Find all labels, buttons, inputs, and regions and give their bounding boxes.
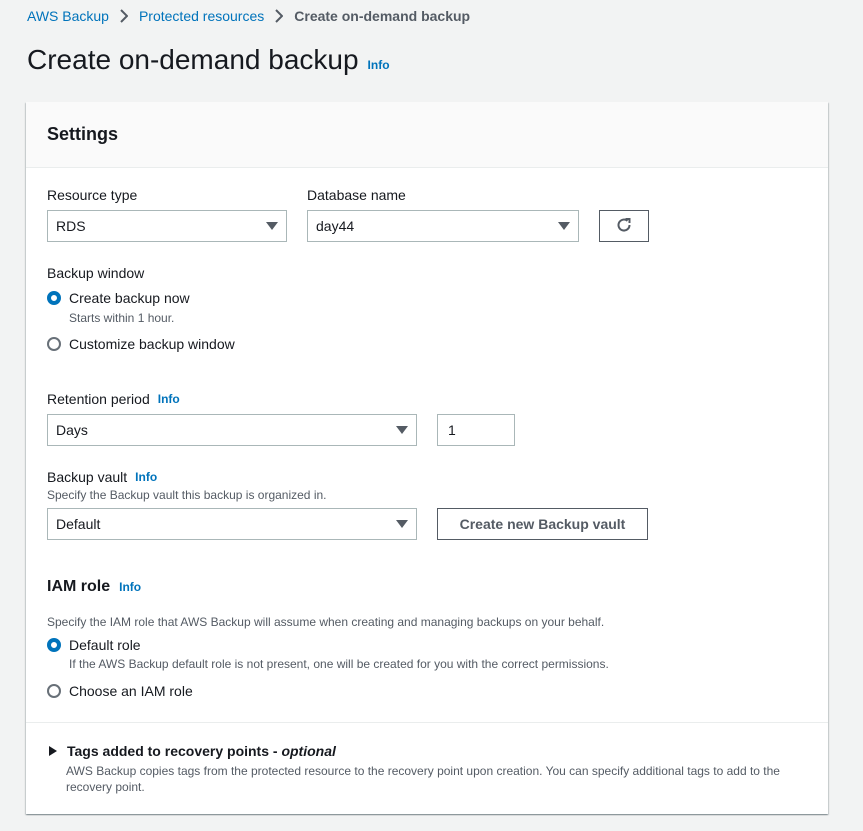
breadcrumb-current: Create on-demand backup	[294, 8, 471, 24]
radio-label: Choose an IAM role	[69, 683, 193, 699]
resource-type-label: Resource type	[47, 187, 138, 203]
vault-select[interactable]: Default	[47, 508, 417, 540]
settings-panel: Settings Resource type RDS Database name…	[26, 102, 828, 814]
tags-expander[interactable]: Tags added to recovery points - optional	[49, 743, 336, 759]
create-vault-button[interactable]: Create new Backup vault	[437, 508, 648, 540]
caret-right-icon	[49, 746, 57, 756]
caret-down-icon	[558, 222, 570, 230]
page-title: Create on-demand backup	[27, 44, 359, 75]
retention-unit-value: Days	[56, 422, 88, 438]
refresh-button[interactable]	[599, 210, 649, 242]
retention-value-input[interactable]: 1	[437, 414, 515, 446]
caret-down-icon	[396, 426, 408, 434]
retention-info-link[interactable]: Info	[158, 392, 180, 406]
iam-description: Specify the IAM role that AWS Backup wil…	[47, 615, 605, 629]
caret-down-icon	[266, 222, 278, 230]
vault-info-link[interactable]: Info	[135, 470, 157, 484]
radio-unchecked-icon	[47, 337, 61, 351]
tags-description-line: AWS Backup copies tags from the protecte…	[66, 764, 780, 778]
vault-label-row: Backup vault Info	[47, 469, 157, 485]
backup-window-label: Backup window	[47, 265, 145, 281]
database-name-label: Database name	[307, 187, 406, 203]
iam-info-link[interactable]: Info	[119, 580, 141, 594]
retention-label-row: Retention period Info	[47, 391, 180, 407]
breadcrumb: AWS Backup Protected resources Create on…	[27, 6, 470, 26]
radio-choose-iam-role[interactable]: Choose an IAM role	[47, 683, 193, 699]
tags-title: Tags added to recovery points - optional	[67, 743, 336, 759]
vault-value: Default	[56, 516, 101, 532]
radio-label: Default role	[69, 637, 141, 653]
retention-unit-select[interactable]: Days	[47, 414, 417, 446]
vault-description: Specify the Backup vault this backup is …	[47, 488, 327, 502]
radio-unchecked-icon	[47, 684, 61, 698]
chevron-right-icon	[275, 9, 284, 23]
database-name-value: day44	[316, 218, 355, 234]
breadcrumb-protected-resources[interactable]: Protected resources	[139, 8, 264, 24]
tags-optional: optional	[281, 743, 336, 759]
retention-label: Retention period	[47, 391, 150, 407]
radio-label: Customize backup window	[69, 336, 235, 352]
chevron-right-icon	[120, 9, 128, 23]
divider	[26, 722, 828, 723]
radio-description: If the AWS Backup default role is not pr…	[69, 657, 609, 671]
iam-title: IAM role	[47, 578, 111, 595]
page-header: Create on-demand backup Info	[27, 44, 390, 76]
radio-description: Starts within 1 hour.	[69, 311, 175, 325]
vault-label: Backup vault	[47, 469, 128, 485]
retention-value: 1	[448, 422, 456, 438]
settings-header: Settings	[26, 102, 828, 168]
radio-default-role[interactable]: Default role	[47, 637, 141, 653]
refresh-icon	[615, 216, 633, 237]
resource-type-select[interactable]: RDS	[47, 210, 287, 242]
tags-description: AWS Backup copies tags from the protecte…	[66, 763, 780, 795]
settings-title: Settings	[47, 124, 119, 144]
database-name-select[interactable]: day44	[307, 210, 579, 242]
page-info-link[interactable]: Info	[368, 58, 390, 72]
iam-title-row: IAM role Info	[47, 578, 141, 596]
radio-label: Create backup now	[69, 290, 190, 306]
resource-type-value: RDS	[56, 218, 86, 234]
radio-customize-backup-window[interactable]: Customize backup window	[47, 336, 235, 352]
breadcrumb-aws-backup[interactable]: AWS Backup	[27, 8, 109, 24]
tags-description-line: recovery point.	[66, 780, 145, 794]
radio-create-backup-now[interactable]: Create backup now	[47, 290, 190, 306]
tags-title-text: Tags added to recovery points -	[67, 743, 278, 759]
radio-checked-icon	[47, 291, 61, 305]
radio-checked-icon	[47, 638, 61, 652]
caret-down-icon	[396, 520, 408, 528]
